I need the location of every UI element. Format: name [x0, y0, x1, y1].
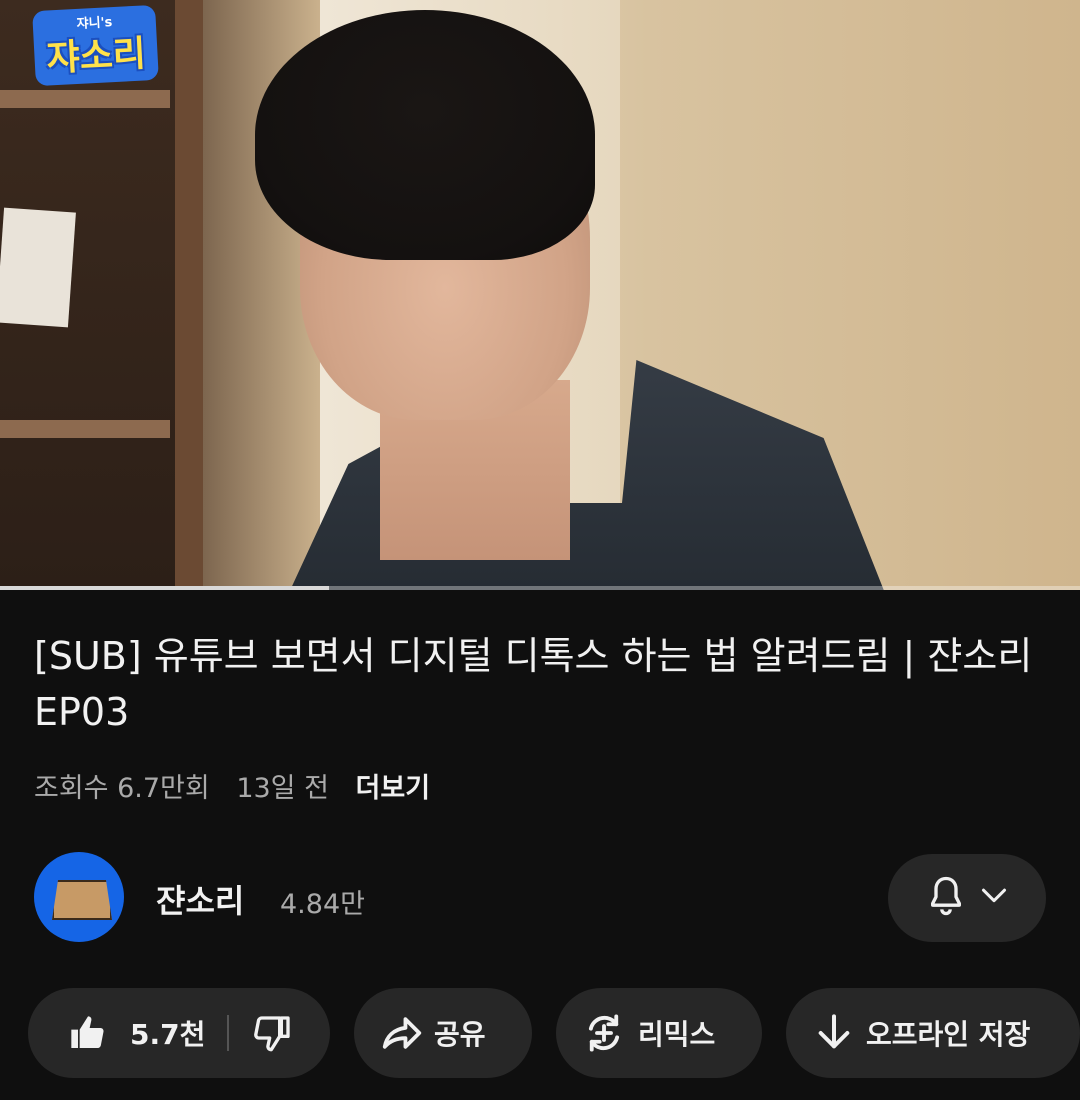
remix-icon [582, 1011, 626, 1055]
upload-age: 13일 전 [236, 773, 329, 804]
progress-bar[interactable] [0, 586, 1080, 590]
like-dislike-group: 5.7천 [28, 988, 330, 1078]
video-meta[interactable]: 조회수 6.7만회 13일 전 더보기 [34, 766, 448, 805]
notification-button[interactable] [888, 854, 1046, 942]
avatar-image [52, 880, 112, 920]
action-bar: 5.7천 공유 리믹스 오프라인 저장 [28, 988, 1080, 1078]
share-arrow-icon [380, 1011, 424, 1055]
like-divider [227, 1015, 230, 1051]
remix-label: 리믹스 [638, 1018, 716, 1051]
subscriber-count: 4.84만 [280, 889, 365, 920]
door-frame [175, 0, 203, 590]
channel-row: 쟌소리 4.84만 [34, 852, 1046, 944]
download-button[interactable]: 오프라인 저장 [786, 988, 1080, 1078]
video-title[interactable]: [SUB] 유튜브 보면서 디지털 디톡스 하는 법 알려드림 | 쟌소리 EP… [34, 628, 1034, 740]
thumbs-up-icon[interactable] [66, 1011, 110, 1055]
more-button[interactable]: 더보기 [356, 773, 431, 804]
download-arrow-icon [812, 1011, 856, 1055]
shelf-board [0, 420, 170, 438]
bell-icon [926, 874, 966, 922]
chevron-down-icon [980, 886, 1008, 910]
thumbs-down-icon[interactable] [251, 1011, 295, 1055]
shelf-board [0, 90, 170, 108]
like-count[interactable]: 5.7천 [130, 1013, 205, 1053]
remix-button[interactable]: 리믹스 [556, 988, 762, 1078]
person-hair [255, 10, 595, 260]
view-count: 조회수 6.7만회 [34, 773, 210, 804]
avatar[interactable] [34, 852, 124, 942]
channel-logo-overlay: 쟈니's 쟈소리 [32, 4, 160, 87]
share-label: 공유 [434, 1018, 486, 1051]
video-player[interactable]: 쟈니's 쟈소리 [0, 0, 1080, 590]
download-label: 오프라인 저장 [866, 1018, 1031, 1051]
progress-bar-fill [0, 586, 330, 590]
channel-name[interactable]: 쟌소리 [156, 876, 244, 922]
wall-paper [0, 207, 76, 328]
share-button[interactable]: 공유 [354, 988, 532, 1078]
